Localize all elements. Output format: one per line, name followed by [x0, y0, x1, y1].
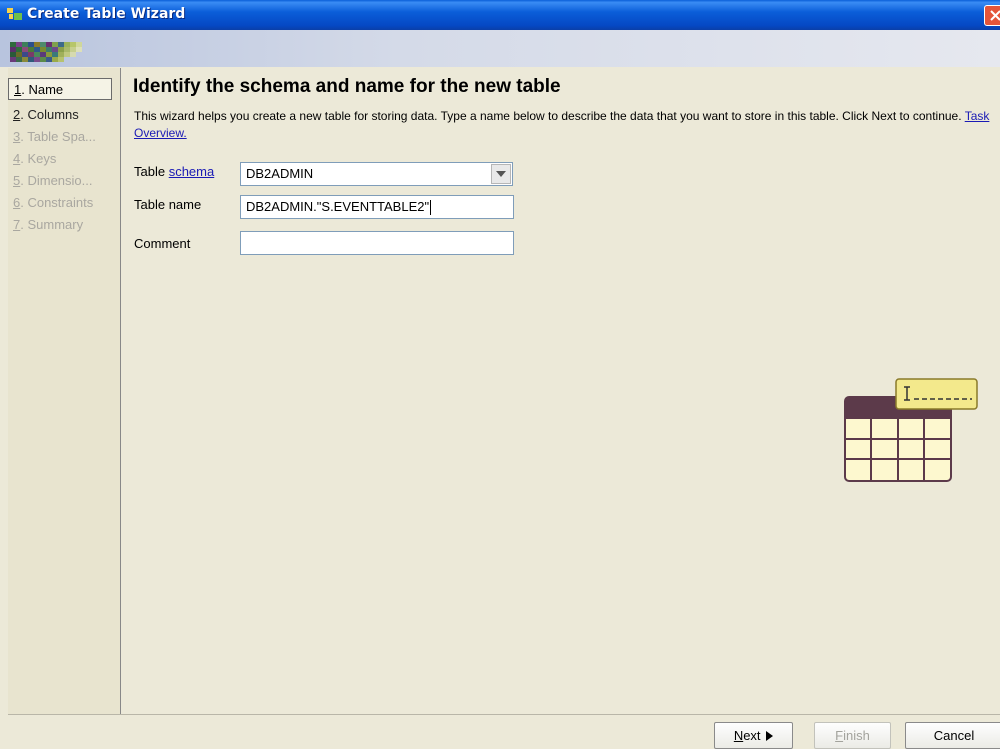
close-icon: [990, 10, 1000, 21]
comment-input[interactable]: [240, 231, 514, 255]
step-columns[interactable]: 2. Columns: [8, 104, 120, 126]
step-name[interactable]: 1. Name: [8, 78, 112, 100]
text-caret: [430, 200, 432, 216]
title-bar: Create Table Wizard: [0, 0, 1000, 30]
step-label: . Name: [21, 82, 64, 97]
step-keys: 4. Keys: [8, 148, 120, 170]
page-title: Identify the schema and name for the new…: [133, 76, 561, 97]
table-name-label: Table name: [134, 197, 202, 212]
step-summary: 7. Summary: [8, 214, 120, 236]
step-label: . Keys: [20, 151, 57, 166]
schema-value: DB2ADMIN: [246, 166, 314, 181]
new-table-illustration: [844, 378, 978, 482]
description-text: This wizard helps you create a new table…: [134, 109, 962, 123]
dropdown-arrow-icon: [496, 171, 506, 177]
wizard-banner: [0, 30, 1000, 67]
finish-button: Finish: [814, 722, 891, 749]
schema-dropdown[interactable]: DB2ADMIN: [240, 162, 513, 186]
step-label: . Constraints: [20, 195, 94, 210]
step-label: . Summary: [20, 217, 84, 232]
steps-sidebar: 1. Name 2. Columns 3. Table Spa... 4. Ke…: [8, 68, 121, 714]
finish-label: inish: [843, 728, 870, 743]
cancel-button[interactable]: Cancel: [905, 722, 1000, 749]
dropdown-button[interactable]: [491, 164, 511, 184]
table-name-input[interactable]: DB2ADMIN."S.EVENTTABLE2": [240, 195, 514, 219]
close-button[interactable]: [984, 5, 1000, 26]
schema-label-text: Table: [134, 164, 169, 179]
step-dimensions: 5. Dimensio...: [8, 170, 120, 192]
next-arrow-icon: [766, 731, 774, 741]
wizard-description: This wizard helps you create a new table…: [134, 108, 1000, 142]
step-table-spaces: 3. Table Spa...: [8, 126, 120, 148]
schema-label: Table schema: [134, 164, 214, 179]
next-label: ext: [743, 728, 761, 743]
schema-link[interactable]: schema: [169, 164, 215, 179]
next-mnemonic: N: [733, 728, 744, 743]
step-label: . Dimensio...: [20, 173, 93, 188]
button-bar: Next Finish Cancel: [8, 714, 1000, 749]
step-label: . Table Spa...: [20, 129, 96, 144]
comment-label: Comment: [134, 236, 191, 251]
table-name-value: DB2ADMIN."S.EVENTTABLE2": [246, 199, 430, 214]
next-button[interactable]: Next: [714, 722, 793, 749]
finish-mnemonic: F: [835, 728, 844, 743]
window-title: Create Table Wizard: [27, 6, 186, 22]
step-label: . Columns: [20, 107, 79, 122]
step-constraints: 6. Constraints: [8, 192, 120, 214]
app-icon: [7, 8, 22, 20]
